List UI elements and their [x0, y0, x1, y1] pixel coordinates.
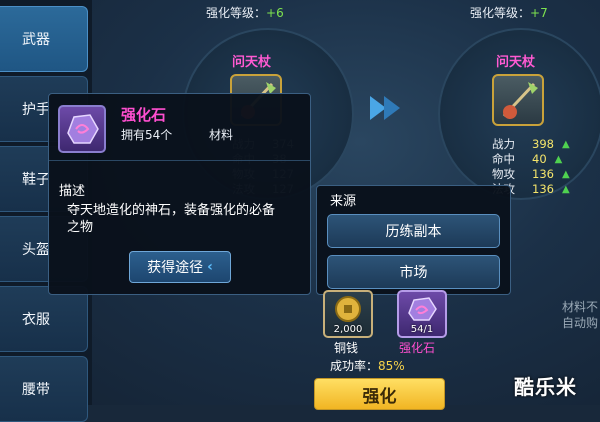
tooltip-type: 材料	[209, 128, 234, 142]
stat-value: 40	[532, 152, 547, 166]
tooltip-title: 强化石	[121, 106, 167, 124]
strengthen-stone-icon	[408, 297, 437, 321]
tab-weapon[interactable]: 武器	[0, 6, 88, 72]
source-option-label: 市场	[399, 265, 428, 281]
tab-clothes-label: 衣服	[22, 312, 50, 328]
auto-buy-note-1: 材料不	[562, 300, 599, 314]
stat-label: 命中	[492, 152, 515, 166]
tab-helmet-label: 头盔	[22, 242, 50, 258]
upgrade-button[interactable]: 强化	[314, 378, 445, 410]
success-rate-value: 85%	[378, 359, 405, 373]
success-rate-label: 成功率：	[330, 359, 379, 373]
tab-weapon-label: 武器	[22, 32, 50, 48]
tab-shoes-label: 鞋子	[22, 172, 50, 188]
success-rate: 成功率：85%	[330, 357, 405, 374]
stone-glyph-icon	[67, 114, 99, 144]
tab-gloves-label: 护手	[22, 102, 50, 118]
tooltip-owned: 拥有54个	[121, 128, 173, 142]
strengthen-stone-icon	[58, 105, 106, 153]
strengthen-stone-slot[interactable]: 54/1	[397, 290, 447, 338]
stat-label: 战力	[492, 137, 515, 151]
upgrade-arrow-icon-shadow	[384, 96, 400, 120]
next-weapon-slot[interactable]	[492, 74, 544, 126]
current-weapon-name: 问天杖	[232, 55, 272, 70]
current-level: 强化等级：+6	[206, 4, 284, 21]
arrow-up-icon: ▲	[561, 139, 570, 150]
coin-name: 铜钱	[334, 341, 359, 355]
next-level-value: +7	[530, 6, 548, 20]
item-tooltip: 强化石 拥有54个 材料 描述 夺天地造化的神石，装备强化的必备之物 获得途径 ‹	[48, 93, 311, 295]
stat-value: 398	[532, 137, 554, 151]
next-weapon-name: 问天杖	[496, 55, 536, 70]
upgrade-button-label: 强化	[362, 386, 397, 407]
get-source-button[interactable]: 获得途径 ‹	[129, 251, 231, 283]
arrow-up-icon: ▲	[561, 184, 570, 195]
current-level-value: +6	[266, 6, 284, 20]
source-panel: 来源 历练副本 市场	[316, 185, 511, 295]
copper-coin-icon	[335, 296, 361, 322]
stat-value: 136	[532, 167, 554, 181]
copper-coin-slot[interactable]: 2,000	[323, 290, 373, 338]
arrow-up-icon: ▲	[561, 169, 570, 180]
current-level-label: 强化等级：	[206, 6, 267, 20]
auto-buy-note-2: 自动购	[562, 316, 599, 330]
tab-clothes[interactable]: 衣服	[0, 286, 88, 352]
tab-belt-label: 腰带	[22, 382, 50, 398]
staff-icon	[502, 82, 538, 119]
watermark: 酷乐米	[514, 375, 577, 399]
get-source-label: 获得途径	[147, 260, 204, 276]
tooltip-description: 夺天地造化的神石，装备强化的必备之物	[67, 203, 276, 235]
source-dungeon-button[interactable]: 历练副本	[327, 214, 500, 248]
chevron-left-icon: ‹	[207, 259, 213, 275]
source-market-button[interactable]: 市场	[327, 255, 500, 289]
stat-label: 物攻	[492, 167, 515, 181]
stat-value: 136	[532, 182, 554, 196]
arrow-up-icon: ▲	[554, 154, 563, 165]
stone-count: 54/1	[410, 324, 434, 335]
tooltip-desc-label: 描述	[59, 184, 86, 199]
next-level-label: 强化等级：	[470, 6, 531, 20]
coin-count: 2,000	[333, 324, 363, 335]
source-option-label: 历练副本	[385, 224, 442, 240]
tab-belt[interactable]: 腰带	[0, 356, 88, 422]
source-title: 来源	[330, 194, 357, 209]
next-level: 强化等级：+7	[470, 4, 548, 21]
stone-name: 强化石	[399, 341, 436, 355]
tooltip-divider	[49, 160, 310, 161]
